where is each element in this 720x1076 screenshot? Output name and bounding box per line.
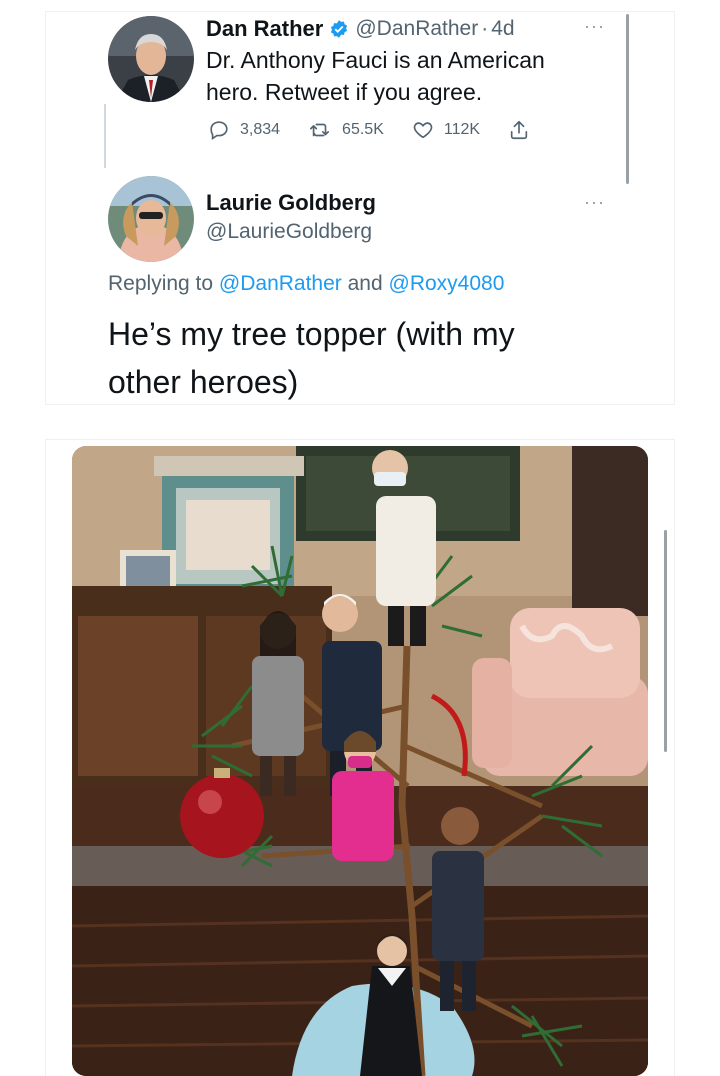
reply-tweet-header: Laurie Goldberg @LaurieGoldberg	[206, 188, 376, 246]
avatar-laurie-goldberg[interactable]	[108, 176, 194, 262]
mention-roxy4080[interactable]: @Roxy4080	[389, 272, 505, 295]
more-icon-reply[interactable]: ···	[584, 192, 605, 213]
tweet-text-line-2: hero. Retweet if you agree.	[206, 79, 483, 105]
verified-badge-icon	[329, 19, 349, 39]
reply-tweet-text: He’s my tree topper (with my other heroe…	[108, 310, 628, 406]
tweet-time[interactable]: 4d	[491, 17, 514, 41]
reply-author-name[interactable]: Laurie Goldberg	[206, 188, 376, 218]
tweet-actions: 3,834 65.5K 112K	[208, 118, 568, 142]
retweet-button[interactable]: 65.5K	[308, 119, 384, 141]
reply-icon	[210, 121, 228, 140]
like-count: 112K	[443, 121, 481, 138]
avatar-dan-rather[interactable]	[108, 16, 194, 102]
replying-conjunction: and	[347, 272, 383, 295]
retweet-count: 65.5K	[342, 121, 384, 138]
reply-count: 3,834	[240, 121, 281, 138]
reply-button[interactable]: 3,834	[208, 119, 280, 141]
replying-to-line: Replying to @DanRather and @Roxy4080	[108, 272, 504, 296]
reply-author-handle[interactable]: @LaurieGoldberg	[206, 218, 376, 246]
tweet-photo[interactable]	[72, 446, 648, 1076]
mention-dan-rather[interactable]: @DanRather	[219, 272, 342, 295]
thread-connector-line	[104, 104, 106, 168]
reply-text-line-2: other heroes)	[108, 364, 299, 400]
author-name[interactable]: Dan Rather	[206, 16, 323, 42]
share-button[interactable]	[508, 118, 540, 142]
tweet-text-line-1: Dr. Anthony Fauci is an American	[206, 47, 545, 73]
share-icon	[510, 120, 528, 140]
original-tweet-header: Dan Rather @DanRather · 4d	[206, 14, 515, 44]
retweet-icon	[310, 123, 330, 137]
like-icon	[413, 122, 433, 139]
scrollbar-thumb-top[interactable]	[626, 14, 629, 184]
original-tweet-text: Dr. Anthony Fauci is an American hero. R…	[206, 44, 606, 108]
author-handle[interactable]: @DanRather	[355, 17, 478, 41]
like-button[interactable]: 112K	[412, 119, 480, 141]
scrollbar-thumb-bottom[interactable]	[664, 530, 667, 752]
more-icon[interactable]: ···	[584, 16, 605, 37]
separator-dot: ·	[481, 17, 489, 40]
replying-prefix: Replying to	[108, 272, 214, 295]
reply-text-line-1: He’s my tree topper (with my	[108, 316, 515, 352]
